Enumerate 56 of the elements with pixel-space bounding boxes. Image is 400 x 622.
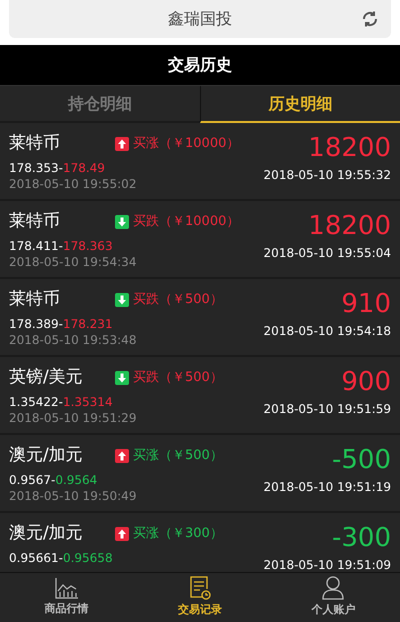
product-name: 澳元/加元 [9, 522, 84, 546]
order-label: 买跌（￥500） [133, 291, 223, 310]
profit-amount: 18200 [308, 210, 391, 242]
close-time: 2018-05-10 19:51:09 [264, 558, 391, 572]
product-name: 英镑/美元 [9, 366, 84, 390]
close-price: 1.35314 [62, 394, 113, 410]
close-time: 2018-05-10 19:51:59 [264, 402, 391, 416]
trade-row[interactable]: 莱特币 买跌（￥500） 178.389-178.231 2018-05-10 19:53:48 910 2018-05-10 19:54:18 [0, 279, 400, 357]
open-time: 2018-05-10 19:50:49 [9, 488, 138, 504]
open-price: 178.389- [9, 316, 63, 332]
order-label: 买涨（￥300） [133, 525, 223, 544]
close-time: 2018-05-10 19:55:32 [264, 168, 391, 182]
open-time: 2018-05-10 19:54:34 [9, 254, 138, 270]
close-price: 178.363 [62, 238, 113, 254]
product-name: 莱特币 [9, 288, 61, 312]
profit-amount: 18200 [308, 132, 391, 164]
trade-row[interactable]: 英镑/美元 买跌（￥500） 1.35422-1.35314 2018-05-10 19:51:29 900 2018-05-10 19:51:59 [0, 357, 400, 435]
open-price: 0.95661- [9, 550, 63, 566]
trade-row[interactable]: 莱特币 买跌（￥10000） 178.411-178.363 2018-05-10 19:54:34 18200 2018-05-10 19:55:04 [0, 201, 400, 279]
chart-icon [54, 577, 79, 600]
order-label: 买涨（￥10000） [133, 135, 240, 154]
order-label: 买跌（￥500） [133, 369, 223, 388]
profit-amount: -300 [332, 522, 391, 554]
nav-tab[interactable]: 交易记录 [133, 573, 267, 622]
product-name: 莱特币 [9, 132, 61, 156]
refresh-icon[interactable] [361, 10, 379, 28]
profit-amount: -500 [332, 444, 391, 476]
product-name: 澳元/加元 [9, 444, 84, 468]
order-label: 买涨（￥500） [133, 447, 223, 466]
open-price: 178.353- [9, 160, 63, 176]
close-time: 2018-05-10 19:55:04 [264, 246, 391, 260]
product-name: 莱特币 [9, 210, 61, 234]
open-time: 2018-05-10 19:51:29 [9, 410, 138, 426]
open-time: 2018-05-10 19:55:02 [9, 176, 138, 192]
close-time: 2018-05-10 19:54:18 [264, 324, 391, 338]
close-price: 0.95658 [62, 550, 113, 566]
nav-tab[interactable]: 个人账户 [266, 573, 400, 622]
open-time: 2018-05-10 19:53:48 [9, 332, 138, 348]
page-title: 交易历史 [168, 54, 232, 76]
close-time: 2018-05-10 19:51:19 [264, 480, 391, 494]
trade-row[interactable]: 澳元/加元 买涨（￥500） 0.9567-0.9564 2018-05-10 19:50:49 -500 2018-05-10 19:51:19 [0, 435, 400, 513]
user-icon [322, 576, 344, 600]
tab[interactable]: 历史明细 [200, 86, 400, 123]
close-price: 0.9564 [55, 472, 98, 488]
close-price: 178.231 [62, 316, 113, 332]
close-price: 178.49 [62, 160, 105, 176]
nav-tab[interactable]: 商品行情 [0, 573, 134, 622]
open-price: 1.35422- [9, 394, 63, 410]
profit-amount: 910 [341, 288, 391, 320]
open-price: 178.411- [9, 238, 63, 254]
trade-row[interactable]: 莱特币 买涨（￥10000） 178.353-178.49 2018-05-10 19:55:02 18200 2018-05-10 19:55:32 [0, 123, 400, 201]
profit-amount: 900 [341, 366, 391, 398]
open-price: 0.9567- [9, 472, 56, 488]
document-clock-icon [188, 576, 211, 600]
app-title: 鑫瑞国投 [168, 8, 232, 30]
order-label: 买跌（￥10000） [133, 213, 240, 232]
